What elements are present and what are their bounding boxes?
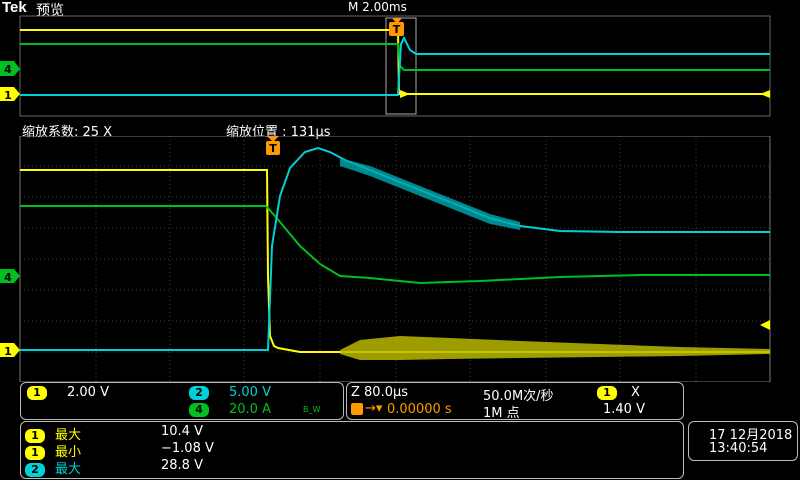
overview-trigger-level-right-icon (760, 90, 770, 98)
ch2-scale[interactable]: 5.00 V (229, 385, 271, 400)
zoom-trigger-label: T (269, 142, 277, 155)
timing-trigger-panel[interactable]: Z 80.0µs →▾ 0.00000 s 50.0M次/秒 1M 点 1 Х … (346, 382, 684, 421)
ch4-badge[interactable]: 4 (189, 403, 209, 417)
timebase-label: M 2.00ms (348, 0, 407, 14)
zoom-scale[interactable]: Z 80.0µs (351, 385, 408, 400)
trigger-source-badge[interactable]: 1 (597, 386, 617, 400)
overview-ch4-marker-label: 4 (4, 63, 12, 76)
measurement-value: 10.4 V (161, 424, 203, 439)
measurements-panel[interactable]: 1 最大 10.4 V 1 最小 −1.08 V 2 最大 28.8 V (20, 421, 684, 479)
datetime-panel[interactable]: 17 12月2018 13:40:54 (688, 421, 798, 461)
measurement-value: 28.8 V (161, 458, 203, 473)
record-length: 1M 点 (483, 406, 520, 421)
trigger-pos-icon (351, 403, 363, 415)
overview-trigger-label: T (393, 23, 401, 36)
zoom-ch1-ringing (340, 336, 770, 360)
ch1-badge[interactable]: 1 (27, 386, 47, 400)
zoom-ch2-noise (340, 158, 520, 230)
trigger-level[interactable]: 1.40 V (603, 402, 645, 417)
trigger-slope-icon[interactable]: Х (631, 385, 640, 400)
ch1-scale[interactable]: 2.00 V (67, 385, 109, 400)
measurement-row[interactable]: 2 (25, 458, 45, 477)
overview-trigger-level-icon (400, 90, 410, 98)
trigger-arrow-icon: →▾ (365, 401, 383, 416)
ch2-badge[interactable]: 2 (189, 386, 209, 400)
bandwidth-limit-icon: B_W (303, 405, 321, 414)
measurement-value: −1.08 V (161, 441, 214, 456)
overview-ch1-trace (20, 29, 770, 95)
overview-ch1-marker-label: 1 (4, 89, 12, 102)
overview-waveform[interactable]: T 4 1 (0, 14, 800, 120)
ch4-scale[interactable]: 20.0 A (229, 402, 271, 417)
time: 13:40:54 (709, 441, 768, 456)
measurement-label: 最大 (55, 462, 82, 477)
zoom-ch4-marker-label: 4 (4, 271, 12, 284)
zoom-ch1-marker-label: 1 (4, 345, 12, 358)
zoom-waveform[interactable]: T 4 1 (0, 136, 800, 382)
trigger-position[interactable]: 0.00000 s (387, 402, 452, 417)
channel-settings-panel[interactable]: 1 2.00 V 2 5.00 V 4 20.0 A B_W (20, 382, 344, 420)
overview-ch4-trace (20, 43, 770, 71)
measurement-ch-badge: 2 (25, 463, 45, 477)
zoom-ch4-trace (20, 205, 770, 285)
overview-ch2-trace (20, 35, 770, 96)
